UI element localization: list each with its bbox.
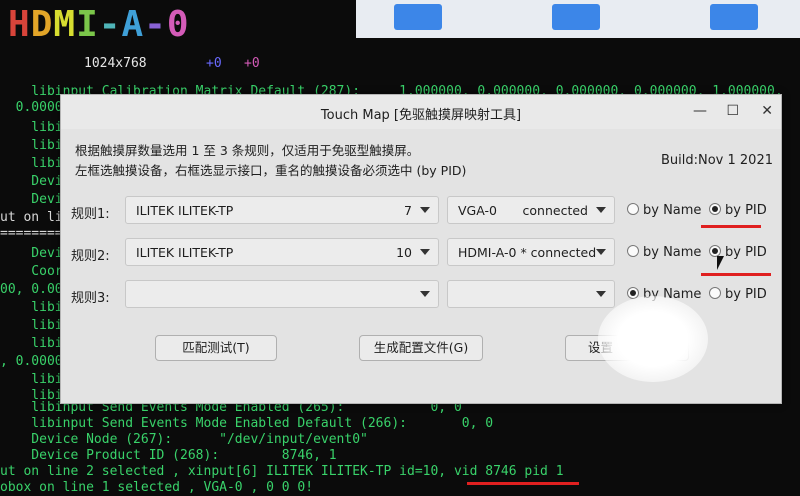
description-line-1: 根据触摸屏数量选用 1 至 3 条规则，仅适用于免驱型触摸屏。	[75, 143, 420, 158]
hdmi-letter: -	[144, 4, 167, 45]
radio-label: by PID	[725, 203, 767, 218]
match-test-button[interactable]: 匹配测试(T)	[155, 335, 277, 361]
terminal-line: Devi	[0, 246, 63, 261]
red-underline	[701, 225, 761, 228]
radio-icon	[627, 203, 639, 215]
app-icon[interactable]	[552, 4, 600, 30]
hdmi-letter: D	[30, 4, 54, 45]
terminal-line: libi	[0, 120, 63, 135]
terminal-line: ut on line 2 selected , xinput[6] ILITEK…	[0, 464, 564, 479]
offset-y: +0	[244, 56, 260, 71]
description-line-2: 左框选触摸设备，右框选显示接口，重名的触摸设备必须选中 (by PID)	[75, 163, 467, 178]
terminal-line: Device Product ID (268): 8746, 1	[0, 448, 337, 463]
hdmi-letter: H	[8, 4, 31, 45]
folder-icon[interactable]	[710, 4, 758, 30]
offset-x: +0	[206, 56, 222, 71]
rule-1-label: 规则1:	[71, 207, 110, 222]
terminal-line: libi	[0, 138, 63, 153]
maximize-icon[interactable]: ☐	[726, 103, 739, 119]
radio-icon	[627, 245, 639, 257]
title-bar: Touch Map [免驱触摸屏映射工具] — ☐ ✕	[61, 95, 781, 129]
radio-label: by Name	[643, 245, 702, 260]
terminal-line: Devi	[0, 174, 63, 189]
terminal-line: libinput Send Events Mode Enabled Defaul…	[0, 416, 494, 431]
terminal-line: Coor	[0, 264, 63, 279]
window-title: Touch Map [免驱触摸屏映射工具]	[320, 108, 522, 123]
rule-1-by-name-radio[interactable]: by Name	[627, 203, 701, 218]
rule-1-output: VGA-0	[458, 203, 497, 218]
desktop-panel	[356, 0, 800, 38]
rule-2-device: ILITEK ILITEK-TP	[136, 245, 234, 260]
rule-2-device-select[interactable]: ILITEK ILITEK-TP 10	[125, 238, 439, 266]
rule-2-output-select[interactable]: HDMI-A-0 * connected	[447, 238, 615, 266]
terminal-line: libi	[0, 372, 63, 387]
hdmi-letter: I	[76, 4, 99, 45]
terminal-line: 00, 0.00	[0, 282, 63, 297]
mouse-cursor-icon	[717, 256, 724, 270]
generate-config-button[interactable]: 生成配置文件(G)	[359, 335, 483, 361]
terminal-line: libi	[0, 156, 63, 171]
rule-3-output-select[interactable]	[447, 280, 615, 308]
rule-1-output-select[interactable]: VGA-0 connected	[447, 196, 615, 224]
resolution-text: 1024x768	[84, 56, 147, 71]
rule-2-output: HDMI-A-0 * connected	[458, 245, 597, 260]
screen-glare	[598, 296, 708, 382]
hdmi-letter: M	[53, 4, 77, 45]
red-underline	[701, 273, 771, 276]
chevron-down-icon	[420, 249, 430, 255]
hdmi-output-name: HDMI-A-0	[8, 4, 190, 45]
rule-1-by-pid-radio[interactable]: by PID	[709, 203, 767, 218]
radio-label: by Name	[643, 203, 702, 218]
minimize-icon[interactable]: —	[693, 103, 707, 119]
red-underline	[467, 482, 579, 485]
rule-2-label: 规则2:	[71, 249, 110, 264]
file-icon[interactable]	[394, 4, 442, 30]
radio-checked-icon	[709, 203, 721, 215]
chevron-down-icon	[596, 291, 606, 297]
rule-2-by-name-radio[interactable]: by Name	[627, 245, 701, 260]
terminal-line: , 0.0000	[0, 354, 63, 369]
chevron-down-icon	[420, 291, 430, 297]
rule-3-by-pid-radio[interactable]: by PID	[709, 287, 767, 302]
terminal-line: ut on li	[0, 210, 63, 225]
rule-3-device-select[interactable]	[125, 280, 439, 308]
close-icon[interactable]: ✕	[761, 103, 773, 119]
terminal-line: obox on line 1 selected , VGA-0 , 0 0 0!	[0, 480, 314, 495]
terminal-line: libi	[0, 300, 63, 315]
hdmi-letter: A	[121, 4, 145, 45]
chevron-down-icon	[420, 207, 430, 213]
rule-1-device: ILITEK ILITEK-TP	[136, 203, 234, 218]
hdmi-letter: -	[98, 4, 122, 45]
rule-3-label: 规则3:	[71, 291, 110, 306]
terminal-line: libi	[0, 336, 63, 351]
chevron-down-icon	[596, 207, 606, 213]
build-info: Build:Nov 1 2021	[660, 153, 773, 168]
rule-2-device-num: 10	[396, 245, 412, 260]
chevron-down-icon	[596, 249, 606, 255]
hdmi-letter: 0	[166, 4, 190, 45]
radio-label: by PID	[725, 287, 767, 302]
rule-1-device-select[interactable]: ILITEK ILITEK-TP 7	[125, 196, 439, 224]
terminal-line: Devi	[0, 192, 63, 207]
radio-label: by PID	[725, 245, 767, 260]
rule-1-device-num: 7	[404, 203, 412, 218]
terminal-line: libi	[0, 318, 63, 333]
rule-1-status: connected	[522, 203, 588, 218]
radio-icon	[709, 287, 721, 299]
terminal-line: Device Node (267): "/dev/input/event0"	[0, 432, 368, 447]
